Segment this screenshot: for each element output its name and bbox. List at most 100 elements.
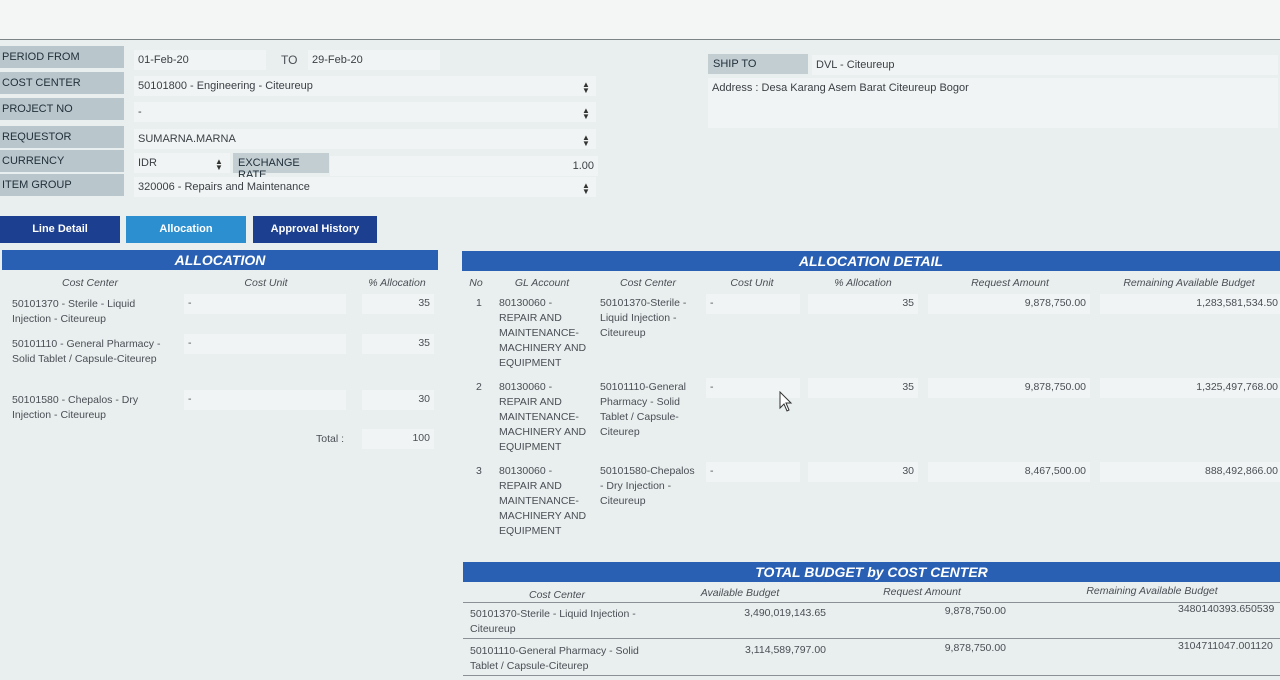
col-no: No [469,277,483,289]
col-allocation-pct: % Allocation [834,277,892,289]
col-available-budget: Available Budget [700,587,780,599]
tab-approval-history[interactable]: Approval History [253,216,377,243]
detail-row-remaining: 1,283,581,534.50 [1100,294,1280,314]
budget-row-request: 9,878,750.00 [944,642,1006,654]
detail-row-no: 1 [476,297,482,309]
exchange-rate-field[interactable]: 1.00 [330,156,598,176]
budget-row-cost-center: 50101370-Sterile - Liquid Injection - Ci… [470,608,636,635]
requestor-select[interactable]: SUMARNA.MARNA [134,129,596,149]
pct-value: 35 [418,297,430,309]
allocation-detail-title: ALLOCATION DETAIL [462,251,1280,271]
pct-value: 35 [902,297,914,309]
col-cost-unit: Cost Unit [244,277,288,289]
col-gl-account: GL Account [514,277,570,289]
col-remaining-budget: Remaining Available Budget [1086,585,1218,597]
detail-row-remaining: 1,325,497,768.00 [1100,378,1280,398]
detail-row-gl: 80130060 - REPAIR AND MAINTENANCE-MACHIN… [499,465,587,537]
tab-line-detail[interactable]: Line Detail [0,216,120,243]
request-amount-value: 8,467,500.00 [1024,465,1086,477]
detail-row-request-amount: 9,878,750.00 [928,294,1090,314]
tab-allocation[interactable]: Allocation [126,216,246,243]
detail-row-pct-input[interactable]: 30 [808,462,918,482]
allocation-row-cost-center: 50101370 - Sterile - Liquid Injection - … [12,298,136,325]
requestor-dropdown-icon[interactable]: ▲ ▼ [581,134,591,148]
budget-row-cost-center: 50101110-General Pharmacy - Solid Tablet… [470,645,639,672]
detail-row-cost-unit-input[interactable]: - [706,294,800,314]
ship-to-label: SHIP TO [708,54,808,74]
top-bar [0,0,1280,40]
period-to-field[interactable]: 29-Feb-20 [308,50,440,70]
project-no-label: PROJECT NO [0,98,124,120]
cost-unit-value: - [188,337,192,349]
divider [463,675,1280,676]
project-no-select[interactable]: - [134,102,596,122]
period-from-label: PERIOD FROM [0,46,124,68]
pct-value: 35 [902,381,914,393]
request-amount-value: 9,878,750.00 [1024,381,1086,393]
detail-row-no: 2 [476,381,482,393]
cost-unit-value: - [188,393,192,405]
cost-center-label: COST CENTER [0,72,124,94]
allocation-total-value: 100 [412,432,430,444]
cost-unit-value: - [710,297,714,309]
allocation-row-cost-unit-input[interactable]: - [184,390,346,410]
detail-row-request-amount: 9,878,750.00 [928,378,1090,398]
col-cost-unit: Cost Unit [730,277,774,289]
cost-unit-value: - [710,381,714,393]
ship-to-address: Address : Desa Karang Asem Barat Citeure… [708,78,1278,128]
detail-row-cost-unit-input[interactable]: - [706,462,800,482]
detail-row-gl: 80130060 - REPAIR AND MAINTENANCE-MACHIN… [499,297,587,369]
col-cost-center: Cost Center [528,589,586,601]
item-group-select[interactable]: 320006 - Repairs and Maintenance [134,177,596,197]
allocation-row-pct-input[interactable]: 30 [362,390,434,410]
budget-row-remaining: 3480140393.650539 [1178,603,1275,615]
budget-row-available: 3,490,019,143.65 [744,607,826,619]
project-no-dropdown-icon[interactable]: ▲ ▼ [581,107,591,121]
mouse-cursor-icon [779,391,793,412]
col-remaining-budget: Remaining Available Budget [1123,277,1255,289]
allocation-row-pct-input[interactable]: 35 [362,294,434,314]
col-request-amount: Request Amount [883,586,961,598]
pct-value: 30 [902,465,914,477]
exchange-rate-label: EXCHANGE RATE [233,153,329,181]
cost-center-select[interactable]: 50101800 - Engineering - Citeureup [134,76,596,96]
item-group-label: ITEM GROUP [0,174,124,196]
divider [463,638,1280,639]
detail-row-request-amount: 8,467,500.00 [928,462,1090,482]
currency-dropdown-icon[interactable]: ▲ ▼ [214,158,224,172]
allocation-row-pct-input[interactable]: 35 [362,334,434,354]
period-from-field[interactable]: 01-Feb-20 [134,50,266,70]
col-cost-center: Cost Center [619,277,677,289]
currency-label: CURRENCY [0,150,124,172]
total-budget-title: TOTAL BUDGET by COST CENTER [463,562,1280,582]
pct-value: 35 [418,337,430,349]
cost-unit-value: - [188,297,192,309]
remaining-value: 1,325,497,768.00 [1196,381,1278,393]
to-label: TO [281,53,298,67]
detail-row-cost-center: 50101110-General Pharmacy - Solid Tablet… [600,381,687,438]
detail-row-pct-input[interactable]: 35 [808,294,918,314]
allocation-row-cost-unit-input[interactable]: - [184,294,346,314]
detail-row-cost-center: 50101370-Sterile - Liquid Injection - Ci… [600,297,687,339]
divider [463,602,1280,603]
cost-center-dropdown-icon[interactable]: ▲ ▼ [581,81,591,95]
cost-unit-value: - [710,465,714,477]
remaining-value: 888,492,866.00 [1205,465,1278,477]
detail-row-gl: 80130060 - REPAIR AND MAINTENANCE-MACHIN… [499,381,587,453]
allocation-total-label: Total : [316,433,345,445]
allocation-total-field: 100 [362,429,434,449]
detail-row-remaining: 888,492,866.00 [1100,462,1280,482]
budget-row-request: 9,878,750.00 [944,605,1006,617]
budget-row-available: 3,114,589,797.00 [745,644,826,656]
detail-row-pct-input[interactable]: 35 [808,378,918,398]
item-group-dropdown-icon[interactable]: ▲ ▼ [581,182,591,196]
allocation-row-cost-unit-input[interactable]: - [184,334,346,354]
pct-value: 30 [418,393,430,405]
col-cost-center: Cost Center [61,277,119,289]
requestor-label: REQUESTOR [0,126,124,148]
detail-row-cost-center: 50101580-Chepalos - Dry Injection - Cite… [600,465,695,507]
allocation-row-cost-center: 50101110 - General Pharmacy - Solid Tabl… [12,338,161,365]
col-request-amount: Request Amount [971,277,1049,289]
ship-to-field[interactable]: DVL - Citeureup [812,55,1278,75]
request-amount-value: 9,878,750.00 [1024,297,1086,309]
